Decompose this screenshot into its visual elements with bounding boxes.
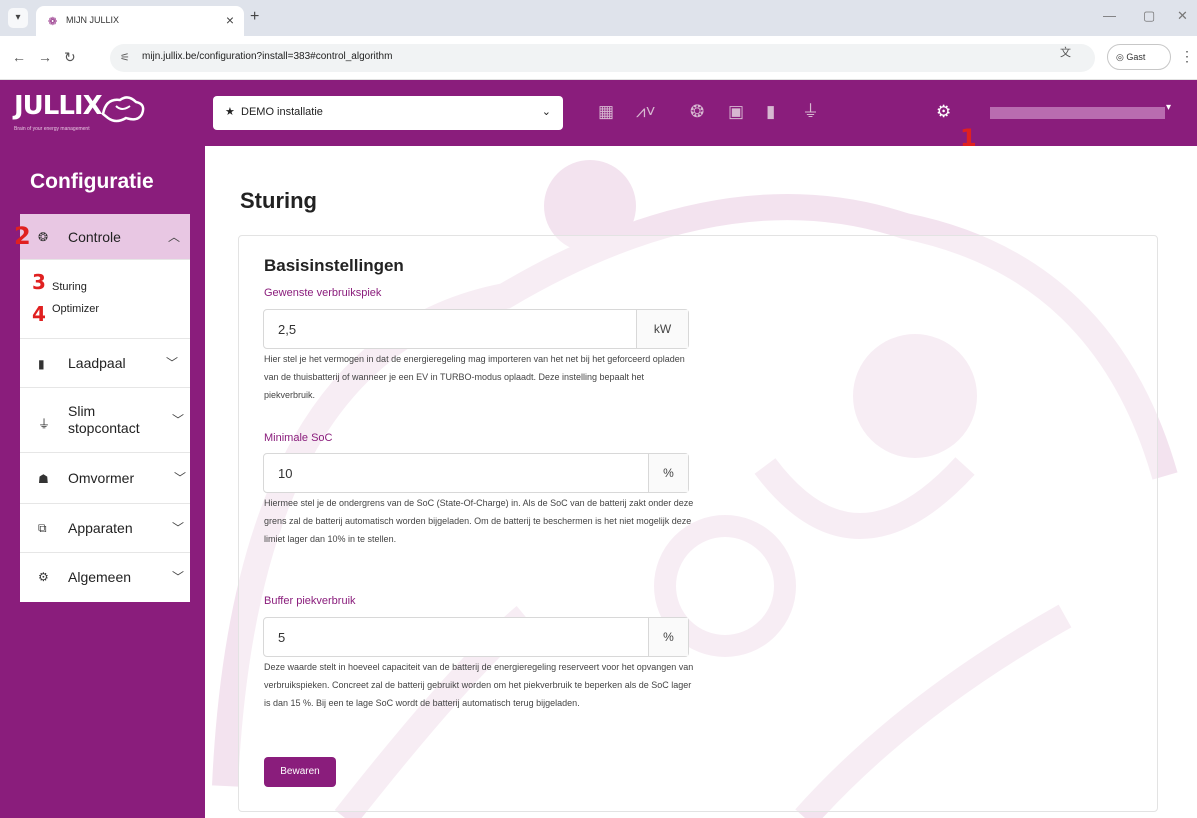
profile-icon: ◎: [1116, 52, 1124, 62]
slim-line: Slim: [68, 403, 96, 419]
minimale-soc-input[interactable]: 10 %: [263, 453, 689, 493]
section-title: Basisinstellingen: [264, 256, 404, 275]
annotation-marker-4: 4: [32, 302, 46, 326]
save-button[interactable]: Bewaren: [264, 757, 336, 787]
input-value[interactable]: 5: [278, 630, 285, 645]
sidebar: Configuratie ❂ Controle ︿ Sturing Optimi…: [0, 146, 205, 818]
browser-tab[interactable]: ❁ MIJN JULLIX ×: [36, 6, 244, 36]
unit-addon: %: [648, 454, 688, 492]
app-header: JULLIX Brain of your energy management ★…: [0, 80, 1197, 146]
sidebar-title: Configuratie: [30, 170, 154, 193]
installation-select[interactable]: ★ DEMO installatie ⌄: [213, 96, 563, 130]
gear-icon: ⚙: [38, 570, 49, 584]
logo-brain-icon: [101, 96, 145, 123]
annotation-marker-1: 1: [960, 124, 977, 152]
help-text: Deze waarde stelt in hoeveel capaciteit …: [264, 662, 694, 708]
dashboard-icon[interactable]: ▦: [598, 102, 614, 122]
sidebar-item-label: Controle: [68, 229, 121, 245]
star-icon: ★: [225, 106, 235, 118]
brain-icon[interactable]: ❂: [690, 102, 704, 122]
sidebar-item-label: Apparaten: [68, 520, 133, 536]
chevron-down-icon: ⌄: [541, 106, 551, 118]
chevron-down-icon: ﹀: [171, 521, 184, 535]
sidebar-subitem-sturing[interactable]: Sturing: [52, 281, 87, 293]
solar-icon: ☗: [38, 472, 49, 486]
logo-tagline: Brain of your energy management: [14, 126, 90, 132]
site-settings-icon[interactable]: ⚟: [120, 51, 130, 64]
chevron-up-icon: ︿: [167, 230, 180, 244]
unit-addon: %: [648, 618, 688, 656]
tab-close-icon[interactable]: ×: [226, 12, 234, 28]
back-icon[interactable]: ←: [12, 49, 26, 65]
settings-card: Basisinstellingen Gewenste verbruikspiek…: [238, 235, 1158, 812]
sidebar-item-slim-stopcontact[interactable]: ⏚ Slim stopcontact ﹀: [20, 389, 190, 453]
sidebar-subitem-optimizer[interactable]: Optimizer: [52, 303, 99, 315]
sidebar-item-label: Algemeen: [68, 569, 132, 585]
browser-toolbar: ← → ↻ ⚟ mijn.jullix.be/configuration?ins…: [0, 36, 1197, 80]
new-tab-button[interactable]: +: [250, 8, 259, 26]
tab-search-chevron-icon[interactable]: ▾: [8, 8, 28, 28]
brain-icon: ❂: [38, 230, 49, 244]
sidebar-item-apparaten[interactable]: ⧉ Apparaten ﹀: [20, 505, 190, 553]
browser-tab-strip: ▾ ❁ MIJN JULLIX × + — ▢ ✕: [0, 0, 1197, 36]
plug-icon: ⏚: [38, 417, 51, 431]
chevron-down-icon: ﹀: [173, 471, 186, 485]
chevron-down-icon: ﹀: [171, 570, 184, 584]
verbruikspiek-input[interactable]: 2,5 kW: [263, 309, 689, 349]
sidebar-item-omvormer[interactable]: ☗ Omvormer ﹀: [20, 454, 190, 504]
installation-label: DEMO installatie: [241, 106, 323, 118]
translate-icon[interactable]: 文: [1060, 44, 1071, 60]
chart-icon[interactable]: ⩘˅: [636, 102, 656, 122]
sidebar-item-laadpaal[interactable]: ▮ Laadpaal ﹀: [20, 338, 190, 388]
address-bar[interactable]: ⚟ mijn.jullix.be/configuration?install=3…: [110, 44, 1095, 72]
close-window-icon[interactable]: ✕: [1177, 8, 1188, 24]
charger-icon: ▮: [38, 357, 45, 371]
help-text: Hiermee stel je de ondergrens van de SoC…: [264, 498, 694, 544]
profile-label: Gast: [1126, 52, 1146, 62]
url-text: mijn.jullix.be/configuration?install=383…: [142, 51, 393, 62]
help-text: Hier stel je het vermogen in dat de ener…: [264, 354, 685, 400]
more-menu-icon[interactable]: ⋮: [1180, 48, 1194, 65]
field-label: Minimale SoC: [264, 432, 333, 444]
charger-icon[interactable]: ▮: [766, 102, 775, 122]
main-content: Sturing Basisinstellingen Gewenste verbr…: [205, 146, 1197, 818]
sidebar-item-controle[interactable]: ❂ Controle ︿: [20, 214, 190, 260]
gear-icon[interactable]: ⚙: [936, 102, 951, 122]
profile-button[interactable]: ◎ Gast: [1107, 44, 1171, 70]
user-menu[interactable]: [990, 107, 1165, 119]
sidebar-item-algemeen[interactable]: ⚙ Algemeen ﹀: [20, 554, 190, 602]
input-value[interactable]: 2,5: [278, 322, 296, 337]
plug-icon[interactable]: ⏚: [802, 102, 819, 122]
reload-icon[interactable]: ↻: [64, 49, 76, 66]
money-icon[interactable]: ▣: [728, 102, 744, 122]
sidebar-item-label: Slim stopcontact: [68, 403, 140, 437]
chevron-down-icon: ﹀: [171, 413, 184, 427]
unit-addon: kW: [636, 310, 688, 348]
sidebar-item-label: Omvormer: [68, 470, 135, 486]
input-value[interactable]: 10: [278, 466, 292, 481]
user-caret-icon[interactable]: ▾: [1166, 102, 1171, 113]
forward-icon[interactable]: →: [38, 49, 52, 65]
logo[interactable]: JULLIX: [14, 91, 103, 121]
field-label: Buffer piekverbruik: [264, 595, 356, 607]
annotation-marker-2: 2: [14, 222, 31, 250]
annotation-marker-3: 3: [32, 270, 46, 294]
page-title: Sturing: [240, 188, 317, 213]
field-label: Gewenste verbruikspiek: [264, 287, 382, 299]
devices-icon: ⧉: [38, 521, 47, 535]
buffer-piekverbruik-input[interactable]: 5 %: [263, 617, 689, 657]
chevron-down-icon: ﹀: [165, 356, 178, 370]
tab-title: MIJN JULLIX: [66, 15, 120, 25]
sidebar-item-label: Laadpaal: [68, 355, 126, 371]
minimize-icon[interactable]: —: [1103, 8, 1116, 23]
favicon-icon: ❁: [48, 16, 58, 28]
maximize-icon[interactable]: ▢: [1143, 8, 1155, 24]
stopcontact-line: stopcontact: [68, 420, 140, 436]
